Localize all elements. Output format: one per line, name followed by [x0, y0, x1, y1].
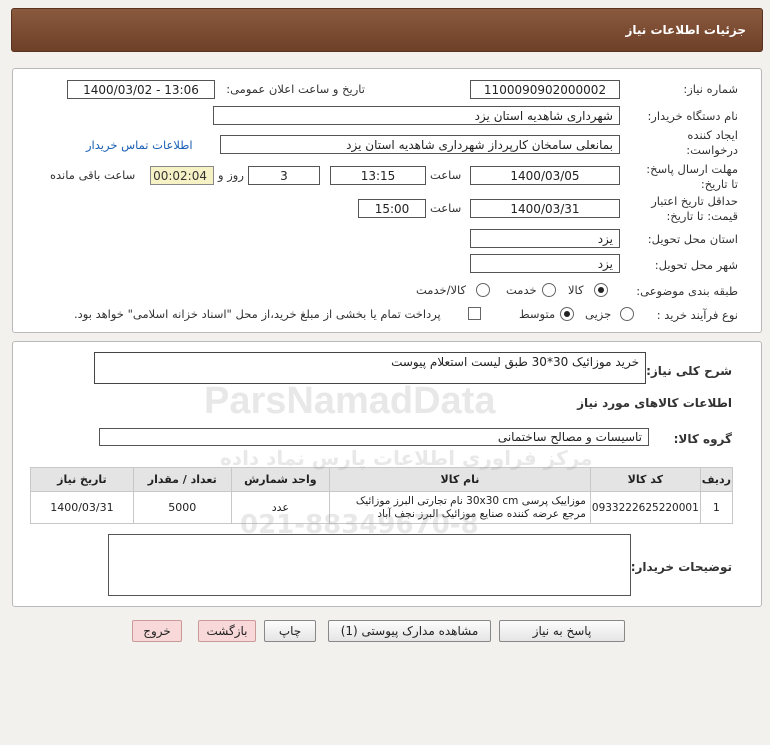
buyer-notes-label: توضیحات خریدار:	[630, 560, 732, 574]
cell-date: 1400/03/31	[30, 491, 134, 524]
page-title: جزئیات اطلاعات نیاز	[625, 23, 746, 37]
city-label: شهر محل تحویل:	[654, 258, 738, 272]
print-button[interactable]: چاپ	[264, 620, 316, 642]
summary-field: خرید موزائیک 30*30 طبق لیست استعلام پیوس…	[94, 352, 646, 384]
remaining-label: ساعت باقی مانده	[50, 168, 136, 182]
creator-field: بمانعلی سامخان کارپرداز شهرداری شاهدیه ا…	[220, 135, 620, 154]
view-attachments-button[interactable]: مشاهده مدارک پیوستی (1)	[328, 620, 491, 642]
category-label: طبقه بندی موضوعی:	[636, 284, 738, 298]
buyer-org-label: نام دستگاه خریدار:	[647, 109, 738, 123]
col-qty: تعداد / مقدار	[132, 467, 232, 492]
category-goods-service-label: کالا/خدمت	[416, 283, 467, 297]
process-medium-radio[interactable]	[560, 307, 574, 321]
col-code: کد کالا	[589, 467, 701, 492]
deadline-time-label: ساعت	[430, 168, 462, 182]
exit-button[interactable]: خروج	[132, 620, 182, 642]
validity-date-field: 1400/03/31	[470, 199, 620, 218]
need-number-field: 1100090902000002	[470, 80, 620, 99]
validity-time-field: 15:00	[358, 199, 426, 218]
items-table: ردیف کد کالا نام کالا واحد شمارش تعداد /…	[30, 467, 734, 524]
creator-label: ایجاد کننده درخواست:	[686, 128, 738, 157]
col-row: ردیف	[699, 467, 734, 492]
col-unit: واحد شمارش	[230, 467, 331, 492]
days-count-field: 3	[248, 166, 320, 185]
group-label: گروه کالا:	[673, 432, 732, 446]
city-field: یزد	[470, 254, 620, 273]
deadline-label: مهلت ارسال پاسخ: تا تاریخ:	[646, 162, 738, 191]
category-goods-radio[interactable]	[594, 283, 608, 297]
days-label: روز و	[218, 168, 244, 182]
cell-qty: 5000	[132, 491, 232, 524]
cell-name: موزاییک پرسی 30x30 cm نام تجارتی البرز م…	[329, 491, 591, 524]
remaining-time-field: 00:02:04	[150, 166, 214, 185]
validity-time-label: ساعت	[430, 201, 462, 215]
need-number-label: شماره نیاز:	[683, 82, 738, 96]
payment-note: پرداخت تمام یا بخشی از مبلغ خرید،از محل …	[74, 307, 441, 321]
back-button[interactable]: بازگشت	[198, 620, 256, 642]
cell-row: 1	[699, 491, 734, 524]
category-service-radio[interactable]	[542, 283, 556, 297]
process-label: نوع فرآیند خرید :	[656, 308, 738, 322]
category-goods-label: کالا	[568, 283, 584, 297]
buyer-notes-field	[108, 534, 631, 596]
goods-info-title: اطلاعات کالاهای مورد نیاز	[577, 396, 732, 410]
deadline-date-field: 1400/03/05	[470, 166, 620, 185]
col-date: تاریخ نیاز	[30, 467, 134, 492]
col-name: نام کالا	[329, 467, 591, 492]
province-label: استان محل تحویل:	[647, 232, 738, 246]
province-field: یزد	[470, 229, 620, 248]
category-service-label: خدمت	[506, 283, 537, 297]
table-row: 1 0933222625220001 موزاییک پرسی 30x30 cm…	[30, 491, 734, 524]
process-medium-label: متوسط	[519, 307, 556, 321]
cell-unit: عدد	[230, 491, 331, 524]
treasury-payment-checkbox[interactable]	[468, 307, 481, 320]
table-header-row: ردیف کد کالا نام کالا واحد شمارش تعداد /…	[30, 467, 734, 492]
reply-button[interactable]: پاسخ به نیاز	[499, 620, 625, 642]
announce-field: 1400/03/02 - 13:06	[67, 80, 215, 99]
validity-label: حداقل تاریخ اعتبار قیمت: تا تاریخ:	[651, 194, 738, 223]
announce-label: تاریخ و ساعت اعلان عمومی:	[226, 82, 365, 96]
deadline-time-field: 13:15	[330, 166, 426, 185]
process-minor-radio[interactable]	[620, 307, 634, 321]
cell-code: 0933222625220001	[589, 491, 701, 524]
group-field: تاسیسات و مصالح ساختمانی	[99, 428, 649, 446]
summary-label: شرح کلی نیاز:	[646, 364, 732, 378]
process-minor-label: جزیی	[585, 307, 612, 321]
contact-info-link[interactable]: اطلاعات تماس خریدار	[86, 138, 193, 152]
page-header: جزئیات اطلاعات نیاز	[11, 8, 763, 52]
category-goods-service-radio[interactable]	[476, 283, 490, 297]
buyer-org-field: شهرداری شاهدیه استان یزد	[213, 106, 620, 125]
